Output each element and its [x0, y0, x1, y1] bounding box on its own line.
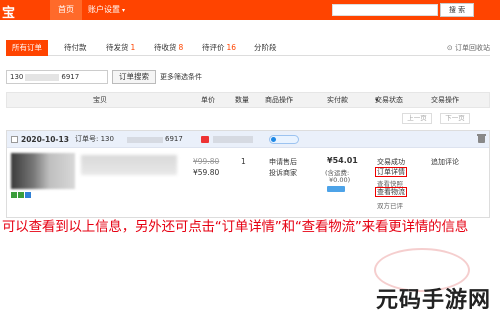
tab-all-orders[interactable]: 所有订单 [6, 40, 48, 56]
complain-link[interactable]: 投诉商家 [269, 168, 297, 178]
recycle-bin-link[interactable]: ⊙ 订单回收站 [447, 40, 490, 56]
taobao-logo[interactable]: 宝 [2, 2, 15, 21]
order-number-input[interactable]: 130 6917 [6, 70, 108, 84]
delete-order-icon[interactable] [477, 134, 486, 143]
service-badge-icon [25, 192, 31, 198]
col-paid: 实付款 [327, 96, 348, 104]
unit-price: ¥59.80 [193, 168, 220, 177]
order-input-prefix: 130 [10, 73, 24, 81]
col-item-ops: 商品操作 [265, 96, 293, 104]
col-item: 宝贝 [93, 96, 107, 104]
search-input[interactable] [332, 4, 438, 16]
order-checkbox[interactable] [11, 136, 18, 143]
order-detail-link[interactable]: 订单详情 [375, 167, 407, 177]
tab-label: 待评价 [202, 43, 225, 52]
service-badge-icon [18, 192, 24, 198]
blurred-digits [25, 73, 60, 81]
recycle-label: 订单回收站 [455, 44, 490, 52]
original-price: ¥99.80 [193, 157, 220, 166]
payment-method-icon [327, 186, 345, 192]
nav-account-settings[interactable]: 账户设置 ▾ [88, 0, 125, 20]
next-page-button[interactable]: 下一页 [440, 113, 470, 124]
after-sale-link[interactable]: 申请售后 [269, 157, 297, 167]
paid-amount: ¥54.01 [327, 156, 358, 165]
shop-icon [201, 136, 209, 143]
chevron-down-icon: ▾ [122, 7, 126, 14]
blurred-order-number [127, 137, 163, 143]
top-nav-bar: 宝 首页 账户设置 ▾ 搜 索 [0, 0, 500, 21]
tab-count: 16 [226, 43, 237, 52]
order-date: 2020-10-13 [21, 135, 69, 144]
col-status: 交易状态 [375, 96, 403, 104]
tab-label: 分阶段 [254, 43, 277, 52]
column-header: 宝贝 单价 数量 商品操作 实付款 交易状态 ▾ 交易操作 [6, 92, 490, 108]
annotation-caption: 可以查看到以上信息，另外还可点击“订单详情”和“查看物流”来看更详情的信息 [2, 218, 498, 236]
evaluated-status: 双方已评 [377, 202, 403, 210]
order-header: 2020-10-13 订单号: 130 6917 [7, 131, 489, 148]
view-logistics-link[interactable]: 查看物流 [375, 187, 407, 197]
tab-label: 待付款 [64, 43, 87, 52]
product-thumbnail[interactable] [11, 153, 75, 189]
tab-label: 待发货 [106, 43, 129, 52]
order-tabs: 所有订单 待付款 待发货 1 待收货 8 待评价 16 分阶段 ⊙ 订单回收站 [6, 40, 490, 56]
nav-home[interactable]: 首页 [50, 0, 82, 20]
shipping-fee: ¥0.00) [329, 176, 351, 184]
tab-pending-review[interactable]: 待评价 16 [202, 40, 236, 56]
quantity-value: 1 [241, 157, 246, 166]
tab-pending-receipt[interactable]: 待收货 8 [154, 40, 183, 56]
service-badges [11, 191, 32, 198]
more-filters-link[interactable]: 更多筛选条件 [160, 70, 202, 84]
tab-count: 8 [178, 43, 184, 52]
nav-account-label: 账户设置 [88, 5, 120, 14]
tab-label: 待收货 [154, 43, 177, 52]
order-number-label: 订单号: 130 [75, 135, 114, 143]
product-title-blurred[interactable] [81, 155, 177, 175]
watermark-brand: 元码手游网 [376, 288, 492, 313]
add-review-link[interactable]: 追加评论 [431, 157, 459, 167]
order-number-tail: 6917 [165, 135, 183, 143]
prev-page-button[interactable]: 上一页 [402, 113, 432, 124]
tab-pending-payment[interactable]: 待付款 [64, 40, 87, 56]
contact-seller-icon[interactable] [269, 135, 299, 144]
trade-status: 交易成功 [377, 158, 405, 166]
shop-name-blurred[interactable] [213, 136, 253, 143]
search-button[interactable]: 搜 索 [440, 3, 474, 17]
chevron-down-icon: ▾ [375, 96, 379, 104]
order-input-suffix: 6917 [61, 73, 80, 81]
col-unit-price: 单价 [201, 96, 215, 104]
tab-installment[interactable]: 分阶段 [254, 40, 277, 56]
tab-pending-shipment[interactable]: 待发货 1 [106, 40, 135, 56]
trash-icon-small: ⊙ [446, 44, 455, 52]
tab-label: 所有订单 [12, 43, 42, 52]
service-badge-icon [11, 192, 17, 198]
col-quantity: 数量 [235, 96, 249, 104]
order-search-button[interactable]: 订单搜索 [112, 70, 156, 84]
col-trade-ops: 交易操作 [431, 96, 459, 104]
tab-count: 1 [130, 43, 136, 52]
order-card: 2020-10-13 订单号: 130 6917 ¥99.80 ¥59.80 1… [6, 130, 490, 218]
